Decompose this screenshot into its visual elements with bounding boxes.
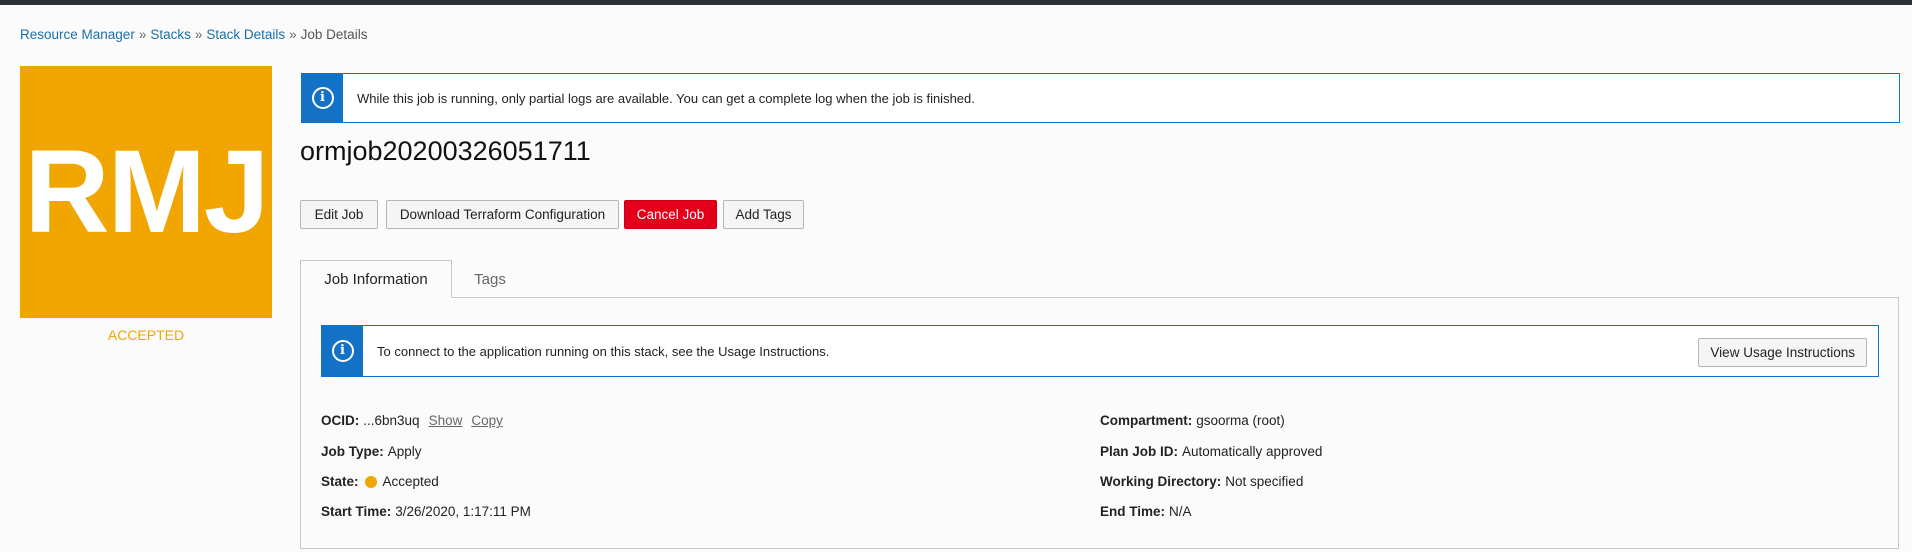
usage-instructions-alert: i To connect to the application running … [321,325,1879,377]
breadcrumb-resource-manager[interactable]: Resource Manager [20,27,135,42]
breadcrumb: Resource Manager» Stacks» Stack Details» Jo… [20,27,367,42]
start-time-field: Start Time: 3/26/2020, 1:17:11 PM [321,504,531,519]
page-title: ormjob20200326051711 [300,136,591,166]
end-time-label: End Time: [1100,504,1166,519]
ocid-field: OCID: ...6bn3uq Show Copy [321,413,503,428]
view-usage-instructions-button[interactable]: View Usage Instructions [1698,338,1867,367]
tab-job-information[interactable]: Job Information [300,260,452,298]
start-time-label: Start Time: [321,504,392,519]
info-icon: i [311,87,334,109]
edit-job-button[interactable]: Edit Job [300,200,378,229]
cancel-job-button[interactable]: Cancel Job [624,200,717,229]
state-value: Accepted [382,474,439,489]
breadcrumb-separator: » [289,27,297,42]
breadcrumb-current: Job Details [300,27,368,42]
end-time-value: N/A [1169,504,1192,519]
job-type-label: Job Type: [321,444,384,459]
alert-text: While this job is running, only partial … [357,90,975,106]
breadcrumb-stack-details[interactable]: Stack Details [206,27,285,42]
job-badge: RMJ [20,66,272,318]
working-directory-field: Working Directory: Not specified [1100,474,1303,489]
ocid-value: ...6bn3uq [363,413,420,428]
plan-job-id-label: Plan Job ID: [1100,444,1179,459]
breadcrumb-separator: » [138,27,147,42]
compartment-value: gsoorma (root) [1196,413,1285,428]
job-type-field: Job Type: Apply [321,444,422,459]
plan-job-id-field: Plan Job ID: Automatically approved [1100,444,1322,459]
breadcrumb-stacks[interactable]: Stacks [150,27,191,42]
end-time-field: End Time: N/A [1100,504,1192,519]
job-type-value: Apply [387,444,422,459]
plan-job-id-value: Automatically approved [1182,444,1323,459]
start-time-value: 3/26/2020, 1:17:11 PM [395,504,531,519]
alert-text: To connect to the application running on… [377,343,830,359]
state-field: State: Accepted [321,474,439,489]
top-bar [0,0,1912,5]
badge-initials: RMJ [24,126,269,258]
working-directory-value: Not specified [1225,474,1304,489]
compartment-label: Compartment: [1100,413,1193,428]
add-tags-button[interactable]: Add Tags [723,200,804,229]
ocid-label: OCID: [321,413,360,428]
partial-logs-alert: i While this job is running, only partia… [301,73,1900,123]
alert-icon-bar: i [322,326,363,376]
compartment-field: Compartment: gsoorma (root) [1100,413,1285,428]
info-icon: i [331,340,354,362]
badge-status: ACCEPTED [107,327,185,343]
state-label: State: [321,474,359,489]
alert-icon-bar: i [302,74,343,122]
show-ocid-link[interactable]: Show [429,413,463,428]
download-terraform-button[interactable]: Download Terraform Configuration [386,200,619,229]
working-directory-label: Working Directory: [1100,474,1222,489]
breadcrumb-separator: » [194,27,203,42]
tab-tags[interactable]: Tags [462,260,518,298]
copy-ocid-link[interactable]: Copy [471,413,503,428]
state-dot-icon [364,475,377,488]
